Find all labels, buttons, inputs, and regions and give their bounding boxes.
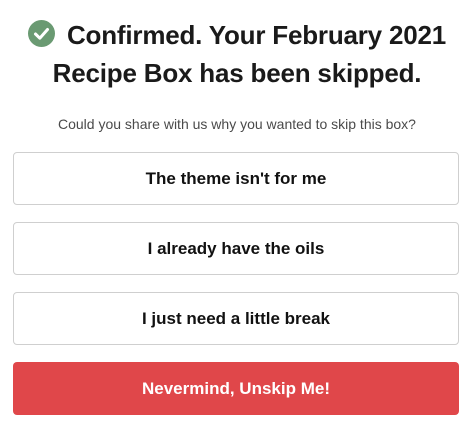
- skip-reason-prompt: Could you share with us why you wanted t…: [58, 116, 416, 132]
- title-text-line-2: Recipe Box has been skipped.: [52, 58, 422, 88]
- reason-option-label: The theme isn't for me: [145, 168, 327, 188]
- unskip-button-label: Nevermind, Unskip Me!: [142, 378, 330, 398]
- confirmation-header: Confirmed. Your February 2021 Recipe Box…: [0, 16, 474, 92]
- unskip-button[interactable]: Nevermind, Unskip Me!: [13, 362, 459, 415]
- check-circle-icon: [27, 20, 55, 47]
- reason-option-label: I just need a little break: [141, 308, 330, 328]
- reason-option-have-oils[interactable]: I already have the oils: [13, 222, 459, 275]
- confirmation-title-line-1: Confirmed. Your February 2021: [0, 16, 474, 54]
- reason-option-label: I already have the oils: [147, 238, 325, 258]
- skip-confirmation-panel: Confirmed. Your February 2021 Recipe Box…: [0, 0, 474, 441]
- reason-option-theme[interactable]: The theme isn't for me: [13, 152, 459, 205]
- reason-option-break[interactable]: I just need a little break: [13, 292, 459, 345]
- title-text-line-1: Confirmed. Your February 2021: [66, 20, 447, 50]
